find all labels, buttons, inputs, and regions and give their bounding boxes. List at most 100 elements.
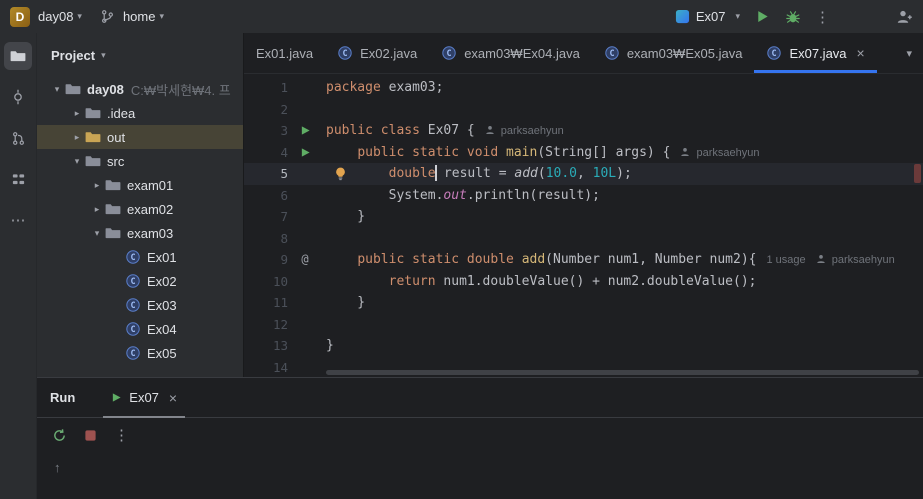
tree-item-ex03[interactable]: C Ex03 — [37, 293, 243, 317]
tree-item-exam03[interactable]: ▾ exam03 — [37, 221, 243, 245]
tree-item-src[interactable]: ▾ src — [37, 149, 243, 173]
tree-item-idea[interactable]: ▸ .idea — [37, 101, 243, 125]
tree-item-label: exam01 — [127, 177, 174, 193]
line-number: 9 — [280, 252, 288, 267]
scrollbar-caret-marker — [914, 164, 921, 183]
tab-label: Ex01.java — [256, 45, 314, 61]
code-line-4[interactable]: 4 public static void main(String[] args)… — [244, 142, 923, 164]
code-text: public static double add(Number num1, Nu… — [357, 252, 895, 267]
chevron-down-icon[interactable]: ▾ — [69, 156, 85, 167]
line-number: 1 — [280, 80, 288, 95]
tree-item-ex05[interactable]: C Ex05 — [37, 341, 243, 365]
vcs-branch-widget[interactable]: home — [123, 9, 156, 24]
tab-exam03-ex05-java[interactable]: Cexam03₩Ex05.java — [592, 33, 755, 73]
structure-toolwindow-button[interactable] — [4, 165, 32, 193]
tree-item-exam01[interactable]: ▸ exam01 — [37, 173, 243, 197]
project-tree: ▾ day08 C:₩박세현₩4. 프 ▸ .idea ▸ out ▾ src ▸ exam01 ▸ e… — [37, 77, 243, 365]
editor-zone: Ex01.java C Ex02.java Cexam03₩Ex04.java Cexa… — [244, 33, 923, 377]
line-number: 3 — [280, 123, 288, 138]
scroll-to-top-icon[interactable]: ↑ — [54, 457, 61, 479]
debug-button[interactable] — [785, 9, 801, 25]
code-line-2[interactable]: 2 — [244, 99, 923, 121]
tree-item-ex04[interactable]: C Ex04 — [37, 317, 243, 341]
gutter-spacer — [288, 271, 322, 293]
tree-item-label: day08 — [87, 81, 124, 97]
chevron-right-icon[interactable]: ▸ — [69, 108, 85, 119]
run-panel-header: Run Ex07 × — [37, 378, 923, 418]
more-toolwindows-button[interactable]: ⋯ — [4, 206, 32, 234]
tree-item-label: Ex01 — [147, 249, 177, 265]
pull-requests-toolwindow-button[interactable] — [4, 124, 32, 152]
chevron-down-icon[interactable]: ▾ — [49, 84, 65, 95]
close-icon[interactable]: × — [169, 390, 177, 406]
annotation-gutter-icon[interactable]: @ — [288, 249, 322, 271]
tree-item-label: Ex04 — [147, 321, 177, 337]
author-inlay-hint[interactable]: parksaehyun — [485, 125, 564, 137]
code-with-me-button[interactable] — [896, 9, 913, 25]
code-line-12[interactable]: 12 — [244, 314, 923, 336]
run-console[interactable]: ↑ "C:\Program Files\Java\jdk-21\bin\java… — [37, 452, 923, 499]
class-icon: C — [125, 297, 145, 313]
tree-item-day08[interactable]: ▾ day08 C:₩박세현₩4. 프 — [37, 77, 243, 101]
author-inlay-hint[interactable]: parksaehyun — [816, 254, 895, 266]
hidden-tabs-button[interactable]: ▾ — [895, 47, 923, 60]
project-toolwindow-button[interactable] — [4, 42, 32, 70]
rerun-button[interactable] — [52, 428, 67, 443]
stop-button[interactable] — [84, 429, 97, 442]
code-line-3[interactable]: 3 public class Ex07 { parksaehyun — [244, 120, 923, 142]
line-number: 12 — [272, 316, 288, 332]
folder-icon — [85, 129, 105, 145]
tab-ex07-java[interactable]: C Ex07.java × — [754, 33, 878, 73]
run-button[interactable] — [755, 9, 770, 24]
line-number: 2 — [280, 101, 288, 117]
tab-exam03-ex04-java[interactable]: Cexam03₩Ex04.java — [429, 33, 592, 73]
svg-text:C: C — [130, 277, 135, 287]
tab-label: exam03₩Ex05.java — [626, 45, 743, 61]
code-line-13[interactable]: 13} — [244, 335, 923, 357]
code-line-9[interactable]: 9 @ public static double add(Number num1,… — [244, 249, 923, 271]
code-line-8[interactable]: 8 — [244, 228, 923, 250]
tree-item-label: src — [107, 153, 125, 169]
class-icon: C — [125, 273, 145, 289]
tree-item-exam02[interactable]: ▸ exam02 — [37, 197, 243, 221]
tree-item-label: exam02 — [127, 201, 174, 217]
chevron-right-icon[interactable]: ▸ — [69, 132, 85, 143]
tree-item-label: .idea — [107, 105, 136, 121]
tab-ex02-java[interactable]: C Ex02.java — [325, 33, 429, 73]
run-configuration-widget[interactable]: Ex07 ▾ — [675, 9, 740, 24]
run-gutter-icon[interactable] — [288, 120, 322, 142]
tree-item-out[interactable]: ▸ out — [37, 125, 243, 149]
commit-toolwindow-button[interactable] — [4, 83, 32, 111]
chevron-right-icon[interactable]: ▸ — [89, 204, 105, 215]
run-panel-title: Run — [50, 390, 76, 405]
close-icon[interactable]: × — [857, 45, 865, 61]
author-inlay-hint[interactable]: parksaehyun — [680, 147, 759, 159]
run-tab-ex07[interactable]: Ex07 × — [103, 378, 185, 418]
code-line-11[interactable]: 11 } — [244, 292, 923, 314]
gutter-spacer — [288, 185, 322, 207]
tree-item-ex02[interactable]: C Ex02 — [37, 269, 243, 293]
line-number: 11 — [272, 295, 288, 310]
code-line-5[interactable]: 5 double result = add(10.0, 10L); — [244, 163, 923, 185]
chevron-down-icon: ▾ — [735, 11, 740, 21]
project-switcher[interactable]: day08 — [38, 9, 73, 24]
horizontal-scrollbar[interactable] — [326, 370, 919, 375]
code-line-10[interactable]: 10 return num1.doubleValue() + num2.doub… — [244, 271, 923, 293]
gutter-spacer — [288, 228, 322, 250]
usages-inlay-hint[interactable]: 1 usage — [767, 254, 806, 266]
tab-ex01-java[interactable]: Ex01.java — [244, 33, 325, 73]
chevron-right-icon[interactable]: ▸ — [89, 180, 105, 191]
code-line-7[interactable]: 7 } — [244, 206, 923, 228]
project-panel-header[interactable]: Project ▾ — [37, 33, 243, 77]
more-options-button[interactable]: ⋮ — [114, 426, 129, 444]
line-number: 7 — [280, 209, 288, 224]
code-editor[interactable]: 1 package exam03; 2 3 public class Ex07 { pa… — [244, 74, 923, 377]
chevron-down-icon: ▾ — [77, 11, 82, 21]
run-gutter-icon[interactable] — [288, 142, 322, 164]
tree-item-ex01[interactable]: C Ex01 — [37, 245, 243, 269]
code-line-1[interactable]: 1 package exam03; — [244, 77, 923, 99]
chevron-down-icon[interactable]: ▾ — [89, 228, 105, 239]
more-actions-button[interactable]: ⋮ — [815, 8, 830, 26]
code-line-6[interactable]: 6 System.out.println(result); — [244, 185, 923, 207]
